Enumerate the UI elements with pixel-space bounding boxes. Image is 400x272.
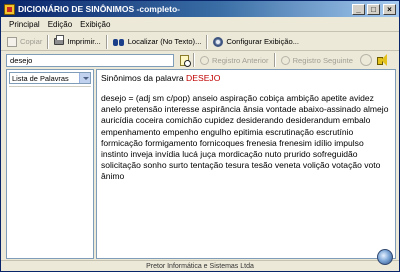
- status-bar: Pretor Informática e Sistemas Ltda: [1, 260, 399, 272]
- printer-icon: [54, 35, 65, 45]
- list-type-select[interactable]: Lista de Palavras: [9, 72, 91, 84]
- find-in-text-button[interactable]: Localizar (No Texto)...: [110, 34, 205, 50]
- minimize-button[interactable]: _: [352, 3, 365, 15]
- window-title: DICIONÁRIO DE SINÔNIMOS -completo-: [18, 4, 180, 14]
- search-go-button[interactable]: [177, 53, 191, 67]
- maximize-button[interactable]: □: [367, 3, 380, 15]
- next-arrow-icon: [280, 55, 290, 65]
- heading-word: DESEJO: [186, 73, 221, 83]
- title-bar[interactable]: DICIONÁRIO DE SINÔNIMOS -completo- _ □ ×: [1, 1, 399, 17]
- search-input[interactable]: [6, 53, 174, 67]
- toolbar-separator: [206, 34, 209, 49]
- print-label: Imprimir...: [67, 37, 101, 46]
- word-list[interactable]: [9, 86, 91, 256]
- menu-exibicao[interactable]: Exibição: [76, 20, 114, 29]
- find-label: Localizar (No Texto)...: [127, 37, 202, 46]
- previous-record-button[interactable]: Registro Anterior: [197, 53, 272, 67]
- menu-principal[interactable]: Principal: [5, 20, 44, 29]
- chevron-down-icon[interactable]: [79, 73, 90, 83]
- globe-icon: [377, 249, 393, 265]
- speaker-icon[interactable]: [376, 54, 390, 66]
- toolbar-separator: [47, 34, 50, 49]
- app-icon: [4, 3, 15, 15]
- previous-record-label: Registro Anterior: [212, 55, 269, 65]
- list-type-value: Lista de Palavras: [12, 73, 69, 83]
- next-record-button[interactable]: Registro Seguinte: [278, 53, 356, 67]
- menu-bar: Principal Edição Exibição: [1, 17, 399, 32]
- synonyms-panel: Sinônimos da palavra DESEJO desejo = (ad…: [96, 69, 396, 259]
- gear-icon: [213, 36, 224, 47]
- toolbar: Copiar Imprimir... Localizar (No Texto).…: [1, 33, 399, 51]
- binoculars-icon: [112, 37, 125, 47]
- toolbar-separator: [193, 53, 195, 67]
- copy-button[interactable]: Copiar: [4, 34, 45, 50]
- synonyms-definition: desejo = (adj sm c/pop) anseio aspiração…: [101, 93, 389, 182]
- search-document-icon: [179, 54, 191, 67]
- toolbar-separator: [273, 53, 276, 67]
- previous-arrow-icon: [200, 55, 209, 65]
- search-row: Registro Anterior Registro Seguinte: [1, 52, 399, 68]
- copy-icon: [7, 36, 17, 47]
- status-text: Pretor Informática e Sistemas Ltda: [146, 263, 254, 270]
- close-button[interactable]: ×: [383, 3, 396, 15]
- copy-label: Copiar: [20, 37, 43, 46]
- synonyms-heading: Sinônimos da palavra DESEJO: [101, 73, 391, 84]
- app-window: DICIONÁRIO DE SINÔNIMOS -completo- _ □ ×…: [0, 0, 400, 272]
- configure-display-button[interactable]: Configurar Exibição...: [210, 34, 302, 50]
- print-button[interactable]: Imprimir...: [51, 34, 103, 50]
- word-list-panel: Lista de Palavras: [6, 69, 94, 259]
- toolbar-separator: [105, 34, 108, 49]
- stop-icon[interactable]: [359, 54, 372, 66]
- menu-edicao[interactable]: Edição: [44, 20, 76, 29]
- heading-prefix: Sinônimos da palavra: [101, 73, 187, 83]
- next-record-label: Registro Seguinte: [292, 55, 353, 65]
- configure-label: Configurar Exibição...: [226, 37, 300, 46]
